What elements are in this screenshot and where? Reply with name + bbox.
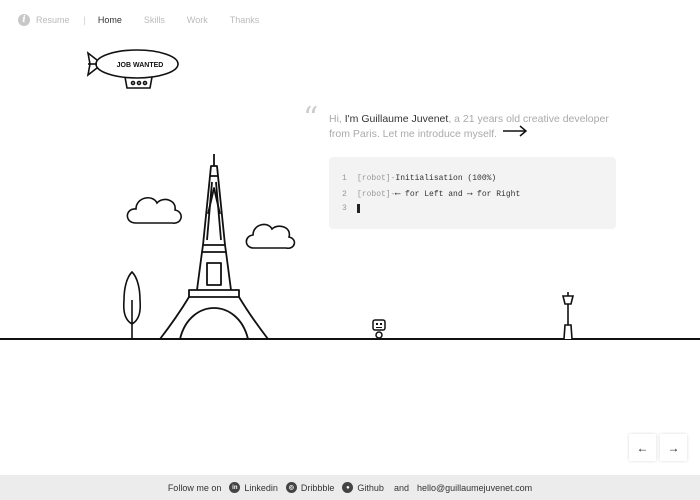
github-icon: ●	[342, 482, 354, 493]
intro-text: Hi, I'm Guillaume Juvenet, a 21 years ol…	[329, 112, 619, 142]
footer: Follow me on in Linkedin ◎ Dribbble ● Gi…	[0, 475, 700, 500]
paris-scene: JOB WANTED	[0, 49, 700, 340]
blimp-illustration	[86, 49, 179, 89]
linkedin-icon: in	[229, 482, 241, 493]
robot-character	[372, 319, 386, 339]
arrow-right-icon	[503, 125, 527, 137]
dribbble-label: Dribbble	[300, 482, 335, 493]
terminal-prompt: [robot]-	[357, 189, 396, 199]
terminal-prompt: [robot]-	[357, 174, 396, 183]
cloud-illustration	[126, 196, 182, 224]
quote-icon: “	[303, 101, 319, 136]
terminal-cursor	[357, 204, 360, 213]
intro-prefix: Hi,	[329, 113, 345, 125]
next-button[interactable]: →	[660, 434, 687, 461]
terminal-line: 1 [robot]- Initialisation (100%)	[342, 174, 496, 183]
line-number: 1	[342, 174, 347, 183]
linkedin-link[interactable]: in Linkedin	[229, 482, 278, 493]
terminal-line: 3	[342, 204, 360, 213]
arrow-right-icon: →	[667, 440, 680, 455]
github-link[interactable]: ● Github	[342, 482, 384, 493]
and-label: and	[393, 482, 409, 493]
dribbble-icon: ◎	[285, 482, 297, 493]
line-number: 2	[342, 189, 347, 199]
tree-illustration	[122, 270, 142, 340]
follow-label: Follow me on	[167, 482, 222, 493]
terminal-line: 2 [robot]- ⟵ for Left and ⟶ for Right	[342, 189, 521, 200]
arrow-left-icon: ←	[636, 440, 649, 455]
email-link[interactable]: hello@guillaumejuvenet.com	[417, 483, 532, 493]
github-label: Github	[357, 482, 384, 493]
dribbble-link[interactable]: ◎ Dribbble	[285, 482, 335, 493]
cloud-illustration	[245, 223, 296, 249]
intro-name: I'm Guillaume Juvenet	[344, 113, 449, 125]
terminal-text: ⟵ for Left and ⟶ for Right	[395, 190, 521, 199]
blimp-label: JOB WANTED	[117, 62, 164, 69]
street-lamp-illustration	[561, 292, 575, 340]
terminal-console: 1 [robot]- Initialisation (100%) 2 [robo…	[329, 157, 616, 229]
line-number: 3	[342, 204, 347, 213]
linkedin-label: Linkedin	[244, 482, 278, 493]
terminal-text: Initialisation (100%)	[395, 174, 497, 183]
prev-button[interactable]: ←	[629, 434, 656, 461]
